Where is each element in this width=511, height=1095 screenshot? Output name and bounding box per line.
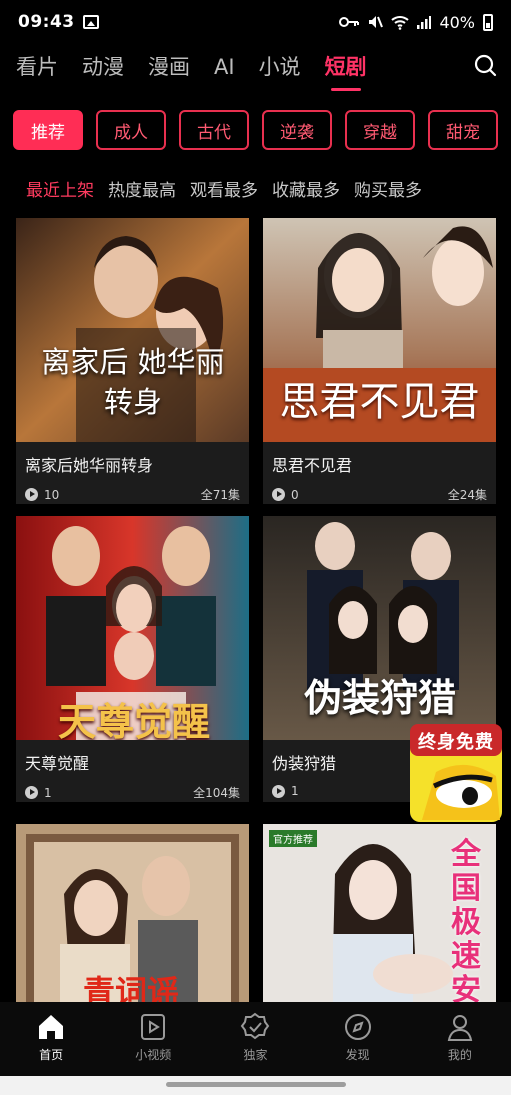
sort-latest[interactable]: 最近上架 bbox=[26, 176, 94, 201]
poster-tag: 官方推荐 bbox=[269, 830, 317, 847]
drama-poster: 思君不见君 bbox=[263, 218, 496, 442]
drama-poster: 伪装狩猎 bbox=[263, 516, 496, 740]
drama-title: 天尊觉醒 bbox=[25, 754, 90, 773]
play-count-icon bbox=[272, 784, 285, 798]
badge-check-icon bbox=[241, 1012, 270, 1040]
play-count-icon bbox=[25, 786, 38, 799]
genre-chip-tuijian[interactable]: 推荐 bbox=[13, 110, 83, 150]
home-icon bbox=[39, 1015, 64, 1039]
bottom-nav-short-video[interactable]: 小视频 bbox=[113, 1012, 193, 1076]
genre-chip-gudai[interactable]: 古代 bbox=[179, 110, 249, 150]
user-icon bbox=[447, 1015, 473, 1041]
sort-most-favorited[interactable]: 收藏最多 bbox=[272, 176, 340, 201]
poster-title-text: 全国极速安 bbox=[451, 837, 481, 1003]
poster-title-text: 青词谣 bbox=[82, 973, 179, 1002]
bottom-nav-label: 我的 bbox=[447, 1048, 472, 1062]
bottom-nav-me[interactable]: 我的 bbox=[420, 1012, 500, 1076]
drama-card[interactable]: 青词谣 bbox=[16, 824, 249, 1002]
poster-title-text: 离家后 她华丽转身 bbox=[41, 345, 225, 419]
tab-kanpian[interactable]: 看片 bbox=[16, 56, 58, 78]
status-time: 09:43 bbox=[18, 12, 75, 32]
image-notification-icon bbox=[82, 15, 99, 29]
drama-info: 思君不见君 0 全24集 bbox=[263, 442, 496, 504]
genre-chip-nixi[interactable]: 逆袭 bbox=[262, 110, 332, 150]
compass-icon bbox=[344, 1014, 371, 1040]
home-indicator[interactable] bbox=[166, 1082, 346, 1087]
episode-count: 全104集 bbox=[193, 786, 240, 800]
bottom-nav-exclusive[interactable]: 独家 bbox=[215, 1012, 295, 1076]
drama-card[interactable]: 官方推荐 全国极速安 bbox=[263, 824, 496, 1002]
drama-meta: 1 全104集 bbox=[25, 784, 240, 801]
bottom-nav-bar: 首页 小视频 独家 发现 我的 bbox=[0, 1002, 511, 1076]
battery-icon bbox=[483, 13, 493, 31]
status-right: 40% bbox=[339, 13, 493, 32]
drama-card[interactable]: 思君不见君 思君不见君 0 全24集 bbox=[263, 218, 496, 504]
drama-poster: 离家后 她华丽转身 bbox=[16, 218, 249, 442]
genre-chip-row: 推荐 成人 古代 逆袭 穿越 甜宠 bbox=[0, 110, 511, 154]
sort-most-purchased[interactable]: 购买最多 bbox=[354, 176, 422, 201]
system-gesture-bar bbox=[0, 1076, 511, 1095]
battery-percent: 40% bbox=[439, 12, 475, 32]
bottom-nav-label: 小视频 bbox=[135, 1048, 172, 1062]
search-icon[interactable] bbox=[473, 53, 497, 77]
drama-card[interactable]: 离家后 她华丽转身 离家后她华丽转身 10 全71集 bbox=[16, 218, 249, 504]
genre-chip-chuanyue[interactable]: 穿越 bbox=[345, 110, 415, 150]
drama-meta: 10 全71集 bbox=[25, 486, 240, 503]
bottom-nav-home[interactable]: 首页 bbox=[11, 1012, 91, 1076]
poster-title-text: 天尊觉醒 bbox=[57, 699, 210, 741]
bottom-nav-discover[interactable]: 发现 bbox=[318, 1012, 398, 1076]
promo-floating-badge[interactable]: 终身免费 bbox=[410, 724, 502, 822]
episode-count: 全71集 bbox=[200, 488, 240, 502]
view-count: 0 bbox=[291, 487, 299, 502]
view-count: 1 bbox=[291, 784, 299, 798]
tab-manhua[interactable]: 漫画 bbox=[148, 56, 190, 78]
poster-title-text: 思君不见君 bbox=[279, 379, 480, 425]
drama-title: 思君不见君 bbox=[272, 456, 353, 475]
view-count: 10 bbox=[44, 487, 60, 502]
poster-title-text: 伪装狩猎 bbox=[303, 675, 456, 720]
wifi-icon bbox=[391, 16, 410, 30]
tab-dongman[interactable]: 动漫 bbox=[82, 56, 124, 78]
drama-card[interactable]: 天尊觉醒 天尊觉醒 1 全104集 bbox=[16, 516, 249, 802]
mute-icon bbox=[369, 16, 384, 28]
sort-most-viewed[interactable]: 观看最多 bbox=[190, 176, 258, 201]
drama-title: 离家后她华丽转身 bbox=[25, 456, 154, 475]
drama-info: 离家后她华丽转身 10 全71集 bbox=[16, 442, 249, 504]
play-count-icon bbox=[272, 488, 285, 501]
tab-xiaoshuo[interactable]: 小说 bbox=[259, 56, 301, 78]
drama-poster: 天尊觉醒 bbox=[16, 516, 249, 740]
view-count: 1 bbox=[44, 785, 52, 800]
top-tab-bar: 看片 动漫 漫画 AI 小说 短剧 bbox=[0, 44, 511, 91]
episode-count: 全24集 bbox=[447, 488, 487, 502]
sort-options: 最近上架 热度最高 观看最多 收藏最多 购买最多 bbox=[26, 176, 422, 201]
genre-chip-chengren[interactable]: 成人 bbox=[96, 110, 166, 150]
tab-ai[interactable]: AI bbox=[214, 56, 235, 78]
bottom-nav-label: 独家 bbox=[243, 1048, 268, 1062]
bottom-nav-label: 发现 bbox=[345, 1048, 370, 1062]
signal-icon bbox=[417, 16, 432, 29]
drama-poster: 青词谣 bbox=[16, 824, 249, 1002]
tab-duanju[interactable]: 短剧 bbox=[325, 56, 367, 91]
key-icon bbox=[339, 17, 360, 27]
drama-poster: 官方推荐 全国极速安 bbox=[263, 824, 496, 1002]
sort-hottest[interactable]: 热度最高 bbox=[108, 176, 176, 201]
bottom-nav-label: 首页 bbox=[39, 1048, 64, 1062]
video-icon bbox=[141, 1014, 166, 1040]
drama-meta: 0 全24集 bbox=[272, 486, 487, 503]
status-bar: 09:43 40% bbox=[0, 0, 511, 44]
promo-badge-text: 终身免费 bbox=[418, 732, 494, 753]
play-count-icon bbox=[25, 488, 38, 501]
genre-chip-tianchong[interactable]: 甜宠 bbox=[428, 110, 498, 150]
drama-info: 天尊觉醒 1 全104集 bbox=[16, 740, 249, 802]
